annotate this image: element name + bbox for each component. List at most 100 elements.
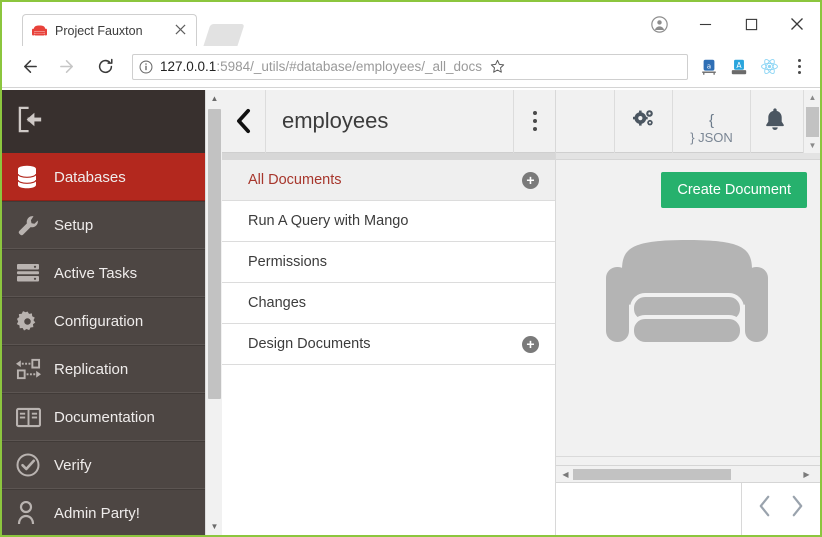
collapse-logout-icon [16,105,47,139]
sidebar-scrollbar[interactable]: ▲ ▼ [205,90,222,535]
chevron-left-icon[interactable] [756,494,773,524]
nav-item-label: Run A Query with Mango [248,213,409,229]
scrollbar-thumb[interactable] [208,109,221,399]
toolbar-json-button[interactable]: { } JSON [673,90,751,153]
sidebar-item-configuration[interactable]: Configuration [2,297,205,345]
nav-item-all-documents[interactable]: All Documents + [222,160,555,201]
gear-icon [16,310,50,333]
toolbar-cell-empty [556,90,615,153]
chevron-left-icon[interactable] [222,90,266,153]
star-icon[interactable] [484,54,510,80]
minimize-icon[interactable] [682,2,728,46]
documents-horizontal-scrollbar[interactable]: ◀ ▶ [556,465,820,483]
scrollbar-thumb[interactable] [806,107,819,137]
page-title: employees [282,108,389,133]
sidebar: Databases Setup Active Tasks Configurati… [2,90,205,535]
database-icon [16,165,50,189]
url-text: 127.0.0.1:5984/_utils/#database/employee… [160,59,482,74]
nav-item-permissions[interactable]: Permissions [222,242,555,283]
sidebar-item-replication[interactable]: Replication [2,345,205,393]
sidebar-item-label: Setup [54,216,94,234]
plus-circle-icon[interactable]: + [522,335,539,353]
info-circle-icon[interactable] [139,60,153,74]
json-label-line2: } JSON [690,129,733,145]
nav-item-label: Permissions [248,254,327,270]
user-icon [16,501,50,525]
toolbar-notifications-button[interactable] [751,90,799,153]
close-icon[interactable] [172,23,188,39]
extension-icons: a A [694,52,784,82]
json-label-line1: { [708,111,714,129]
extension-icon-1[interactable]: a [695,52,723,82]
nav-item-design-documents[interactable]: Design Documents + [222,324,555,365]
nav-item-run-a-query-with-mango[interactable]: Run A Query with Mango [222,201,555,242]
sidebar-item-label: Admin Party! [54,504,140,522]
nav-item-label: All Documents [248,172,342,188]
documents-content: Create Document No Documents Found [556,160,820,465]
couch-icon [31,23,47,39]
chevron-right-icon[interactable] [789,494,806,524]
documents-panel: { } JSON ▲ ▼ Create Document ◀ ▶ [556,90,820,535]
database-nav-list: All Documents + Run A Query with Mango P… [222,160,555,535]
documents-toolbar-scrollbar[interactable]: ▲ ▼ [803,90,820,153]
book-icon [16,407,50,428]
create-document-button[interactable]: Create Document [661,172,807,208]
couch-icon [606,232,768,359]
scroll-down-arrow-icon[interactable]: ▼ [804,138,820,153]
scroll-down-arrow-icon[interactable]: ▼ [206,518,223,535]
scroll-left-arrow-icon[interactable]: ◀ [558,466,573,482]
sidebar-item-label: Replication [54,360,129,378]
svg-text:A: A [736,60,742,69]
forward-arrow-icon [53,53,81,81]
documents-footer [556,483,820,535]
new-tab-icon[interactable] [203,24,245,46]
svg-text:a: a [707,61,711,70]
kebab-menu-icon[interactable] [513,90,555,153]
sidebar-item-databases[interactable]: Databases [2,153,205,201]
gear-cogs-icon [632,108,656,135]
scroll-up-arrow-icon[interactable]: ▲ [206,90,223,107]
browser-window: Project Fauxton 127.0.0.1:5984/_utils/#d… [0,0,822,537]
browser-tabstrip: Project Fauxton [2,2,820,46]
extension-icon-2[interactable]: A [725,52,753,82]
sidebar-item-label: Verify [54,456,92,474]
scrollbar-thumb[interactable] [573,469,731,480]
browser-tab[interactable]: Project Fauxton [22,14,197,46]
address-bar[interactable]: 127.0.0.1:5984/_utils/#database/employee… [132,53,688,80]
content-divider [556,456,820,457]
scroll-up-arrow-icon[interactable]: ▲ [804,90,820,105]
json-label: { } JSON [690,112,733,146]
nav-item-changes[interactable]: Changes [222,283,555,324]
reload-icon[interactable] [91,53,119,81]
database-panel: employees All Documents + Run A Query wi… [222,90,556,535]
back-arrow-icon[interactable] [15,53,43,81]
panel-divider [222,153,555,160]
sidebar-item-setup[interactable]: Setup [2,201,205,249]
fauxton-app: Databases Setup Active Tasks Configurati… [2,90,820,535]
sidebar-item-admin-party[interactable]: Admin Party! [2,489,205,535]
profile-avatar-icon[interactable] [636,2,682,46]
close-icon[interactable] [774,2,820,46]
nav-item-label: Design Documents [248,336,371,352]
browser-toolbar: 127.0.0.1:5984/_utils/#database/employee… [2,46,820,88]
sidebar-item-documentation[interactable]: Documentation [2,393,205,441]
url-path: :5984/_utils/#database/employees/_all_do… [216,59,482,74]
bell-icon [764,107,786,136]
plus-circle-icon[interactable]: + [522,171,539,189]
wrench-icon [16,213,50,237]
kebab-menu-icon[interactable] [786,52,812,82]
check-circle-icon [16,453,50,477]
sidebar-item-verify[interactable]: Verify [2,441,205,489]
react-devtools-icon[interactable] [755,52,783,82]
toolbar-settings-button[interactable] [615,90,673,153]
sidebar-item-label: Active Tasks [54,264,138,282]
tab-title: Project Fauxton [55,23,143,38]
sidebar-item-label: Documentation [54,408,155,426]
window-controls [636,2,820,46]
sidebar-logo[interactable] [2,90,205,153]
scroll-right-arrow-icon[interactable]: ▶ [799,466,814,482]
url-host: 127.0.0.1 [160,59,217,74]
sidebar-item-active-tasks[interactable]: Active Tasks [2,249,205,297]
maximize-icon[interactable] [728,2,774,46]
replication-icon [16,358,50,380]
